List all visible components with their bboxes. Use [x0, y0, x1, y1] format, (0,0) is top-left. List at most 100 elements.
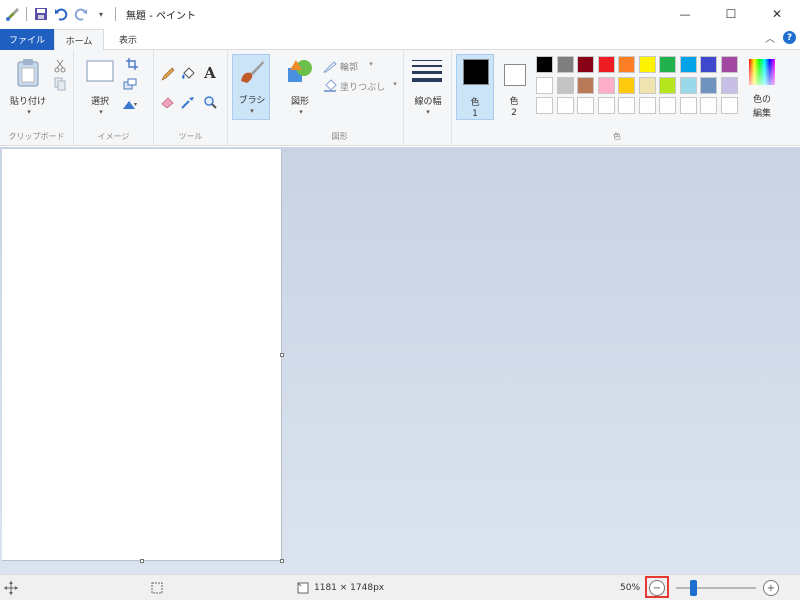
- palette-color-swatch[interactable]: [659, 56, 676, 73]
- palette-color-swatch[interactable]: [700, 56, 717, 73]
- line-width-label[interactable]: 線の幅: [406, 94, 450, 107]
- palette-color-swatch[interactable]: [720, 76, 738, 94]
- canvas-workspace[interactable]: [0, 147, 800, 574]
- qat-separator: [26, 7, 27, 21]
- color2-number: 2: [511, 108, 517, 118]
- maximize-button[interactable]: ☐: [708, 0, 754, 28]
- palette-color-swatch[interactable]: [700, 97, 717, 114]
- paste-icon[interactable]: [16, 58, 42, 88]
- palette-color-swatch[interactable]: [618, 76, 635, 94]
- fill-label[interactable]: 塗りつぶし: [340, 80, 390, 93]
- palette-color-swatch[interactable]: [556, 56, 574, 73]
- edit-colors-icon: [748, 58, 776, 86]
- collapse-ribbon-icon[interactable]: ︿: [765, 30, 775, 45]
- palette-color-swatch[interactable]: [720, 56, 738, 73]
- window-title: 無題 - ペイント: [126, 10, 196, 22]
- shapes-label[interactable]: 図形: [280, 94, 320, 107]
- fill-bucket-icon[interactable]: [180, 66, 196, 82]
- palette-color-swatch[interactable]: [556, 76, 574, 94]
- zoom-out-highlight: [645, 576, 669, 598]
- palette-color-swatch[interactable]: [597, 97, 615, 114]
- minimize-button[interactable]: —: [662, 0, 708, 28]
- canvas-resize-handle-right[interactable]: [280, 353, 284, 357]
- outline-dropdown-icon[interactable]: ▾: [366, 60, 376, 68]
- text-tool-icon[interactable]: A: [202, 64, 218, 82]
- canvas-resize-handle-corner[interactable]: [280, 559, 284, 563]
- palette-color-swatch[interactable]: [700, 76, 717, 94]
- tab-file[interactable]: ファイル: [0, 29, 54, 50]
- tab-view[interactable]: 表示: [108, 29, 148, 50]
- palette-color-swatch[interactable]: [597, 56, 615, 73]
- shapes-icon[interactable]: [286, 58, 314, 86]
- paint-app-icon[interactable]: [4, 6, 20, 22]
- paste-dropdown-icon[interactable]: ▾: [24, 108, 34, 116]
- ribbon-right-controls: ︿ ?: [765, 30, 796, 45]
- shapes-dropdown-icon[interactable]: ▾: [296, 108, 306, 116]
- zoom-slider-track[interactable]: [676, 587, 756, 589]
- cut-icon[interactable]: [52, 58, 68, 74]
- drawing-canvas[interactable]: [2, 149, 282, 561]
- palette-color-swatch[interactable]: [536, 76, 553, 94]
- palette-color-swatch[interactable]: [556, 97, 574, 114]
- resize-icon[interactable]: [122, 76, 138, 92]
- brushes-button[interactable]: ブラシ ▾: [232, 54, 270, 120]
- color-picker-icon[interactable]: [180, 94, 196, 110]
- close-button[interactable]: ✕: [754, 0, 800, 28]
- cursor-position-icon: [4, 575, 18, 600]
- color1-swatch: [463, 59, 489, 85]
- select-dropdown-icon[interactable]: ▾: [96, 108, 106, 116]
- save-icon[interactable]: [33, 6, 49, 22]
- palette-color-swatch[interactable]: [536, 97, 553, 114]
- palette-color-swatch[interactable]: [638, 56, 656, 73]
- edit-colors-button[interactable]: 色の 編集: [744, 56, 780, 122]
- palette-color-swatch[interactable]: [536, 56, 553, 73]
- palette-color-swatch[interactable]: [577, 76, 594, 94]
- palette-color-swatch[interactable]: [659, 76, 676, 94]
- canvas-size-icon: [297, 582, 309, 594]
- eraser-icon[interactable]: [160, 94, 176, 110]
- line-width-icon[interactable]: [412, 58, 442, 84]
- customize-qat-icon[interactable]: ▾: [93, 6, 109, 22]
- pencil-icon[interactable]: [160, 66, 176, 82]
- copy-icon[interactable]: [52, 76, 68, 92]
- palette-color-swatch[interactable]: [679, 97, 697, 114]
- palette-color-swatch[interactable]: [577, 97, 594, 114]
- palette-color-swatch[interactable]: [638, 97, 656, 114]
- palette-color-swatch[interactable]: [618, 97, 635, 114]
- outline-icon[interactable]: [322, 58, 338, 74]
- crop-icon[interactable]: [124, 56, 140, 72]
- palette-color-swatch[interactable]: [618, 56, 635, 73]
- redo-icon[interactable]: [73, 6, 89, 22]
- zoom-slider-thumb[interactable]: [690, 580, 697, 596]
- palette-color-swatch[interactable]: [659, 97, 676, 114]
- zoom-level: 50%: [620, 583, 641, 593]
- size-group: 線の幅 ▾: [404, 50, 452, 146]
- colors-group: 色 1 色 2 色の 編集 色: [452, 50, 800, 146]
- fill-icon[interactable]: [322, 78, 338, 94]
- rotate-icon[interactable]: ▾: [122, 96, 138, 112]
- select-icon[interactable]: [86, 60, 114, 82]
- palette-color-swatch[interactable]: [679, 76, 697, 94]
- select-label[interactable]: 選択: [80, 94, 120, 107]
- status-bar: 1181 × 1748px 50% − +: [0, 574, 800, 600]
- palette-color-swatch[interactable]: [720, 97, 738, 114]
- canvas-resize-handle-bottom[interactable]: [140, 559, 144, 563]
- clipboard-group-label: クリップボード: [8, 132, 65, 141]
- palette-color-swatch[interactable]: [577, 56, 594, 73]
- brushes-group: ブラシ ▾: [228, 50, 276, 146]
- canvas-size-display: 1181 × 1748px: [296, 575, 384, 600]
- tab-home[interactable]: ホーム: [54, 29, 104, 51]
- undo-icon[interactable]: [53, 6, 69, 22]
- line-width-dropdown-icon[interactable]: ▾: [423, 108, 433, 116]
- color1-button[interactable]: 色 1: [456, 54, 494, 120]
- zoom-in-button[interactable]: +: [763, 575, 779, 600]
- paste-label[interactable]: 貼り付け: [4, 94, 52, 107]
- fill-dropdown-icon[interactable]: ▾: [390, 80, 400, 88]
- color2-button[interactable]: 色 2: [496, 54, 534, 120]
- palette-color-swatch[interactable]: [597, 76, 615, 94]
- magnifier-icon[interactable]: [202, 94, 218, 110]
- help-icon[interactable]: ?: [783, 31, 796, 44]
- palette-color-swatch[interactable]: [638, 76, 656, 94]
- palette-color-swatch[interactable]: [679, 56, 697, 73]
- canvas-dimensions: 1181 × 1748px: [314, 583, 385, 593]
